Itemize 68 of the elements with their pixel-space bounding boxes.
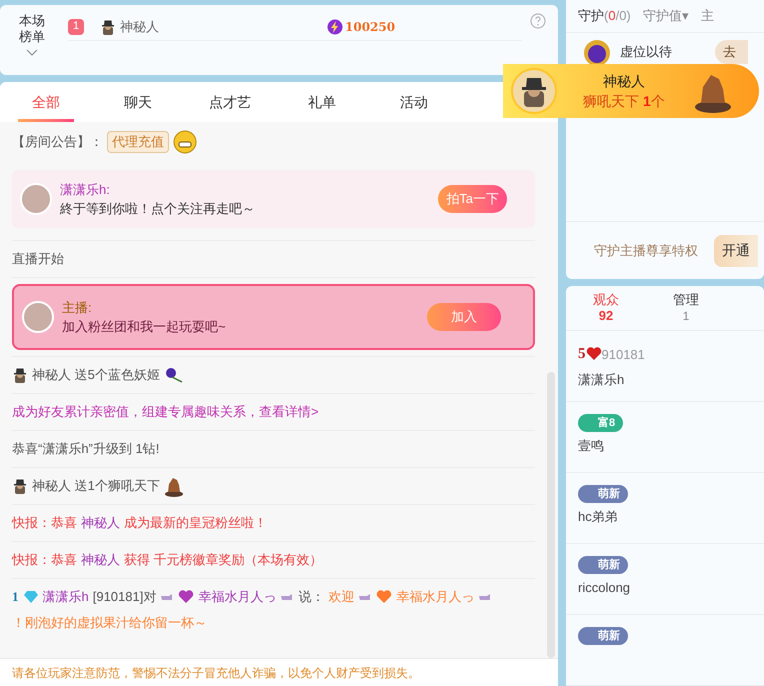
message-text: 幸福水月人っ [396, 588, 474, 606]
audience-tab[interactable]: 管理 1 [646, 286, 726, 330]
message-text: 直播开始 [12, 250, 64, 268]
message-text: [910181]对 [92, 588, 156, 606]
host-label: 主播: [62, 298, 93, 316]
guard-tab[interactable]: 守护值▾ [642, 6, 689, 26]
seat-button[interactable]: 去 [715, 40, 748, 64]
level-badge: 萌新 [578, 627, 628, 645]
message-text: 恭喜“潇潇乐h”升级到 1钻! [12, 440, 160, 458]
message-text: 神秘人 送5个蓝色妖姬 [32, 366, 160, 384]
hat-person-icon [12, 478, 28, 494]
score-text: 100250 [345, 18, 396, 36]
sender-name: 神秘人 [603, 72, 645, 91]
user-name[interactable]: 幸福水月人っ [198, 584, 276, 610]
message-text: 欢迎 [328, 588, 354, 606]
user-name[interactable]: riccolong [578, 578, 752, 598]
details-link[interactable]: 成为好友累计亲密值，组建专属趣味关系，查看详情> [12, 399, 319, 425]
gift-text: 狮吼天下 1个 [583, 92, 665, 111]
level-badge: 萌新 [578, 556, 628, 574]
seat-label: 虚位以待 [620, 43, 673, 62]
message-text: 成为最新的皇冠粉丝啦！ [124, 514, 267, 532]
user-name[interactable]: 潇潇乐h: [60, 180, 430, 199]
chat-tab[interactable]: 礼单 [276, 82, 368, 122]
avatar-placeholder [20, 183, 52, 215]
guard-tab[interactable]: 守护(0/0) [578, 6, 631, 26]
level-number: 1 [12, 588, 18, 606]
hat-person-icon [100, 18, 116, 34]
user-name[interactable]: 壹鸣 [578, 436, 752, 456]
user-name[interactable]: 潇潇乐h [578, 370, 752, 389]
audience-tab[interactable]: 观众 92 [566, 286, 646, 330]
avatar-placeholder [22, 301, 54, 333]
user-name[interactable]: hc弟弟 [578, 507, 752, 526]
level-number: 5 [578, 345, 586, 364]
diamond-icon [22, 590, 38, 604]
rank-title[interactable]: 本场榜单 [18, 13, 46, 45]
scrollbar-thumb[interactable] [547, 372, 555, 658]
chat-tab[interactable]: 聊天 [92, 82, 184, 122]
crest-icon [582, 37, 612, 67]
open-button[interactable]: 开通 [714, 234, 758, 266]
message-text: 快报：恭喜 [12, 551, 77, 569]
rank-number: 1 [68, 18, 84, 34]
welcome-message: 終于等到你啦！点个关注再走吧～ [60, 200, 256, 218]
message-text: 神秘人 送1个狮吼天下 [32, 477, 160, 495]
privilege-text: 守护主播尊享特权 [594, 242, 698, 260]
grinning-emoji-icon [173, 130, 197, 154]
fan-club-message: 加入粉丝团和我一起玩耍吧~ [62, 318, 227, 336]
chat-tab[interactable]: 全部 [0, 82, 92, 122]
message-text: 说： [298, 588, 324, 606]
guard-tab[interactable]: 主 [700, 6, 714, 26]
heart-icon [586, 347, 602, 362]
help-icon[interactable] [530, 13, 546, 29]
user-id: 910181 [602, 346, 645, 364]
level-badge: 富8 [578, 414, 624, 432]
level-badge: 萌新 [578, 485, 628, 503]
lightning-coin-icon [327, 18, 343, 34]
message-text: 快报：恭喜 [12, 514, 77, 532]
chat-tab[interactable]: 点才艺 [184, 82, 276, 122]
user-name[interactable]: 神秘人 [81, 547, 120, 573]
user-name: 神秘人 [120, 18, 159, 36]
hat-person-icon [12, 367, 28, 383]
user-name[interactable]: 神秘人 [81, 510, 120, 536]
warning-text: 请各位玩家注意防范，警惕不法分子冒充他人诈骗，以免个人财产受到损失。 [12, 664, 420, 682]
user-name[interactable]: 潇潇乐h [42, 584, 89, 610]
chevron-down-icon[interactable] [26, 49, 38, 57]
message-text: ！刚泡好的虚拟果汁给你留一杯～ [12, 614, 207, 632]
message-text: 获得 千元榜徽章奖励（本场有效） [124, 551, 323, 569]
notice-label: 【房间公告】： [12, 133, 103, 152]
chat-tab[interactable]: 活动 [368, 82, 460, 122]
